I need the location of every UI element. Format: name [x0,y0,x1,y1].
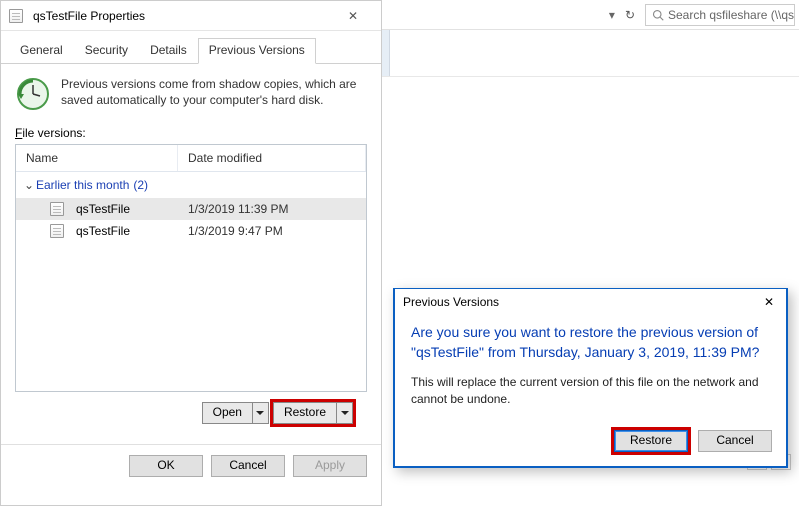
search-input[interactable]: Search qsfileshare (\\qsstorag... [645,4,795,26]
window-title: qsTestFile Properties [29,9,333,23]
history-icon [15,76,51,112]
file-versions-list[interactable]: Name Date modified ⌄ Earlier this month … [15,144,367,392]
confirm-title: Previous Versions [403,295,499,309]
confirm-body-text: This will replace the current version of… [411,374,770,408]
explorer-toolbar: ▾ ↻ Search qsfileshare (\\qsstorag... [382,0,799,30]
dropdown-arrow-icon[interactable] [336,403,352,423]
close-icon[interactable]: ✕ [333,9,373,23]
version-name: qsTestFile [76,202,130,216]
confirm-restore-button[interactable]: Restore [614,430,688,452]
tab-general[interactable]: General [9,38,74,64]
address-bar-tail[interactable]: ▾ ↻ [609,8,641,22]
dropdown-arrow-icon[interactable] [252,403,268,423]
document-icon [9,9,23,23]
tab-security[interactable]: Security [74,38,139,64]
version-row[interactable]: qsTestFile 1/3/2019 9:47 PM [16,220,366,242]
tab-panel-previous-versions: Previous versions come from shadow copie… [1,64,381,442]
chevron-down-icon[interactable]: ⌄ [24,178,34,192]
column-date[interactable]: Date modified [178,145,366,171]
ok-button[interactable]: OK [129,455,203,477]
tab-previous-versions[interactable]: Previous Versions [198,38,316,64]
group-label: Earlier this month [36,178,129,192]
column-name[interactable]: Name [16,145,178,171]
tab-strip: General Security Details Previous Versio… [1,31,381,64]
open-button[interactable]: Open [202,402,269,424]
document-icon [50,224,64,238]
titlebar: qsTestFile Properties ✕ [1,1,381,31]
confirm-headline: Are you sure you want to restore the pre… [411,323,770,362]
restore-button[interactable]: Restore [273,402,353,424]
confirm-cancel-button[interactable]: Cancel [698,430,772,452]
column-headers[interactable]: Name Date modified [16,145,366,172]
tab-details[interactable]: Details [139,38,198,64]
chevron-down-icon[interactable]: ▾ [609,8,615,22]
document-icon [50,202,64,216]
search-icon [652,9,664,21]
version-date: 1/3/2019 9:47 PM [188,224,358,238]
search-placeholder: Search qsfileshare (\\qsstorag... [668,8,795,22]
version-name: qsTestFile [76,224,130,238]
file-versions-label: File versions: [15,126,367,140]
version-row[interactable]: qsTestFile 1/3/2019 11:39 PM [16,198,366,220]
apply-button: Apply [293,455,367,477]
header-divider [382,76,799,77]
close-icon[interactable]: ✕ [760,295,778,309]
version-group[interactable]: ⌄ Earlier this month (2) [16,172,366,198]
dialog-buttons: OK Cancel Apply [1,444,381,491]
info-text: Previous versions come from shadow copie… [61,76,367,112]
restore-confirm-dialog: Previous Versions ✕ Are you sure you wan… [393,288,788,468]
cancel-button[interactable]: Cancel [211,455,285,477]
group-count: (2) [133,178,148,192]
version-date: 1/3/2019 11:39 PM [188,202,358,216]
nav-pane-edge [382,30,390,76]
properties-dialog: qsTestFile Properties ✕ General Security… [0,0,382,506]
refresh-icon[interactable]: ↻ [619,8,641,22]
